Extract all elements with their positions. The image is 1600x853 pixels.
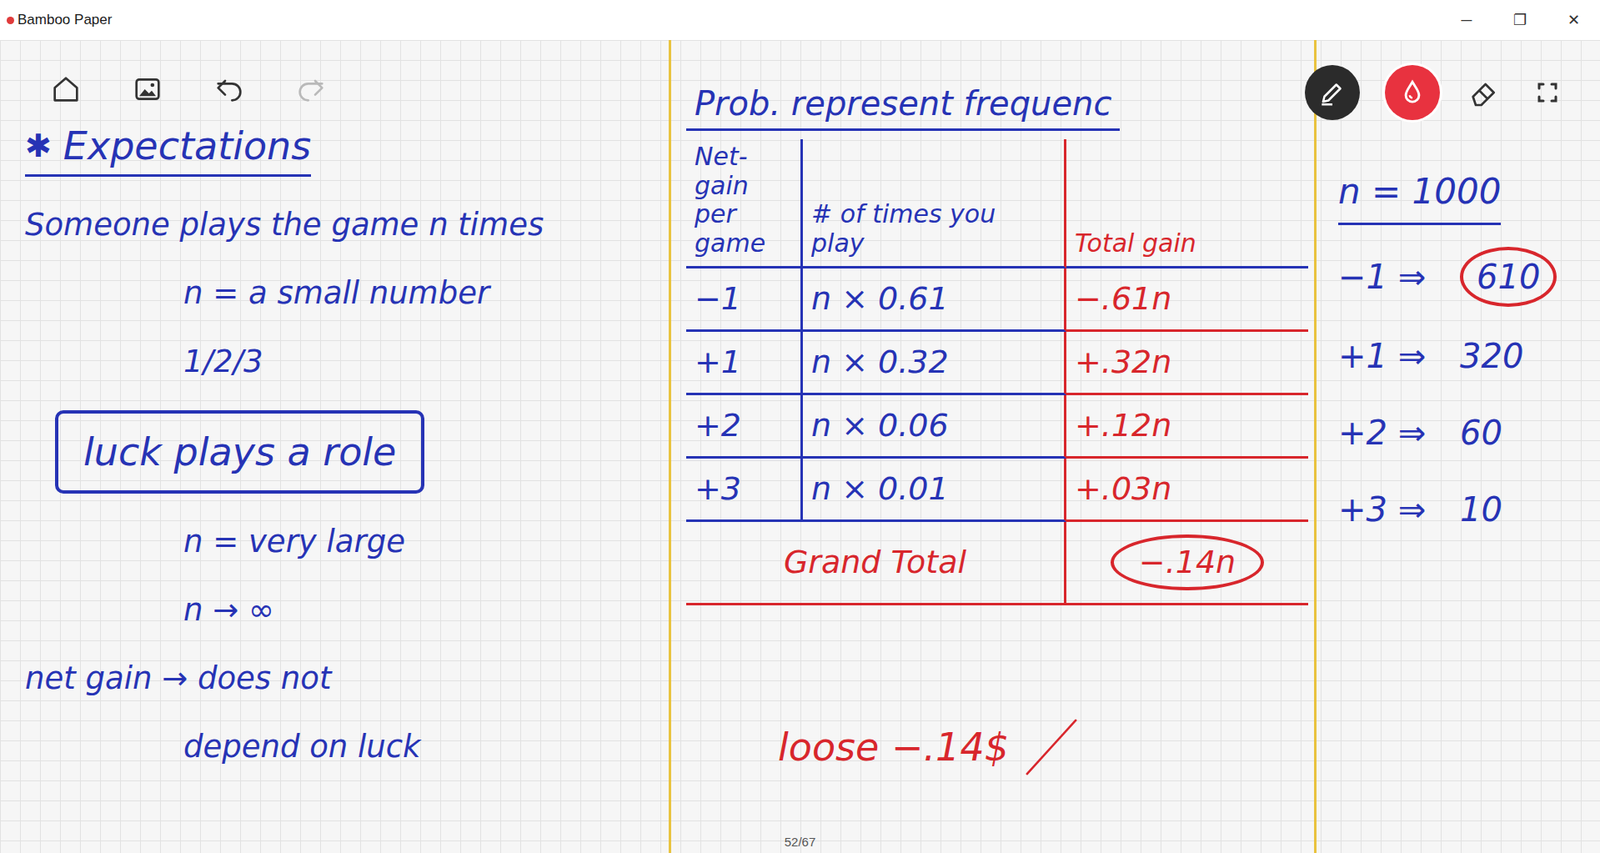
redo-icon xyxy=(294,72,328,106)
ink-button[interactable] xyxy=(1384,65,1440,121)
home-icon xyxy=(49,72,83,106)
note-text: loose −.14$ xyxy=(777,718,1009,777)
left-page: ✱ Expectations Someone plays the game n ti… xyxy=(0,40,672,853)
side-key: −1 ⇒ xyxy=(1338,251,1439,302)
restore-button[interactable]: ❐ xyxy=(1493,0,1547,41)
pen-button[interactable] xyxy=(1304,65,1360,121)
side-key: +1 ⇒ xyxy=(1338,331,1439,382)
table-cell: +.03n xyxy=(1066,458,1309,522)
side-value: 320 xyxy=(1459,331,1524,382)
table-cell: +1 xyxy=(686,331,803,396)
side-value: 10 xyxy=(1459,484,1503,535)
close-button[interactable]: ✕ xyxy=(1546,0,1600,41)
title-bar: Bamboo Paper ─❐✕ xyxy=(0,0,1600,41)
toolbar-right xyxy=(1304,65,1567,121)
minimize-button[interactable]: ─ xyxy=(1439,0,1494,41)
eraser-button[interactable] xyxy=(1464,73,1504,112)
slash-stroke-icon xyxy=(1022,697,1081,798)
note-canvas[interactable]: ✱ Expectations Someone plays the game n ti… xyxy=(0,40,1600,853)
table-cell: n × 0.06 xyxy=(802,395,1067,459)
side-row: +1 ⇒ 320 xyxy=(1338,328,1592,384)
middle-page: Prob. represent frequenc Net-gain per gam… xyxy=(671,40,1317,853)
page-number: 52/67 xyxy=(0,832,1600,853)
window-title: Bamboo Paper xyxy=(17,9,112,31)
grand-total-cell: −.14n xyxy=(1066,521,1309,606)
table-cell: n × 0.61 xyxy=(802,268,1067,332)
table-cell: +.32n xyxy=(1066,331,1309,396)
image-icon xyxy=(130,72,165,106)
frequency-table: Net-gain per game# of times you playTota… xyxy=(686,139,1303,606)
app-logo-icon xyxy=(6,16,15,25)
undo-icon xyxy=(212,72,246,106)
table-cell: +.12n xyxy=(1066,395,1309,459)
column-header: Total gain xyxy=(1066,139,1309,269)
eraser-icon xyxy=(1467,75,1501,110)
table-cell: +3 xyxy=(686,458,803,522)
table-cell: n × 0.32 xyxy=(802,331,1067,396)
toolbar-left xyxy=(46,70,331,109)
right-page: n = 1000 −1 ⇒ 610 +1 ⇒ 320 +2 ⇒ 60 +3 ⇒ 10 xyxy=(1316,40,1600,853)
note-line: n → ∞ xyxy=(25,590,653,631)
title-area: Bamboo Paper xyxy=(0,9,1440,31)
home-button[interactable] xyxy=(46,70,86,109)
table-heading: Prob. represent frequenc xyxy=(686,83,1120,131)
side-value: 60 xyxy=(1459,407,1503,458)
app-window: Bamboo Paper ─❐✕ ✱ Expectations Someone play… xyxy=(0,0,1600,853)
title-text: Expectations xyxy=(63,123,311,170)
note-line: 1/2/3 xyxy=(25,341,653,382)
side-key: +3 ⇒ xyxy=(1338,484,1439,535)
side-row: −1 ⇒ 610 xyxy=(1338,246,1592,307)
image-button[interactable] xyxy=(128,70,167,109)
pen-icon xyxy=(1316,76,1349,109)
table-cell: +2 xyxy=(686,395,803,459)
note-line: depend on luck xyxy=(25,727,653,768)
ink-icon xyxy=(1396,76,1429,109)
redo-button xyxy=(291,70,331,109)
side-key: +2 ⇒ xyxy=(1338,407,1439,458)
conclusion-note: loose −.14$ xyxy=(686,697,1303,798)
crop-button[interactable] xyxy=(1528,73,1567,112)
note-line: Someone plays the game n times xyxy=(25,205,653,246)
column-header: # of times you play xyxy=(802,139,1067,269)
side-row: +2 ⇒ 60 xyxy=(1338,405,1592,461)
boxed-note: luck plays a role xyxy=(55,410,425,494)
table-cell: n × 0.01 xyxy=(802,458,1067,522)
column-header: Net-gain per game xyxy=(686,139,803,269)
table-cell: −1 xyxy=(686,268,803,332)
grand-total-value: −.14n xyxy=(1110,534,1264,592)
note-line: net gain → does not xyxy=(25,658,653,699)
side-value: 610 xyxy=(1459,246,1557,307)
star-mark: ✱ xyxy=(25,127,52,166)
side-row: +3 ⇒ 10 xyxy=(1338,481,1592,537)
table-cell: −.61n xyxy=(1066,268,1309,332)
undo-button[interactable] xyxy=(210,70,249,109)
note-line: n = very large xyxy=(25,521,653,562)
note-line: luck plays a role xyxy=(25,410,653,494)
grand-total-label: Grand Total xyxy=(686,521,1067,606)
crop-icon xyxy=(1530,75,1565,110)
note-line: n = a small number xyxy=(25,273,653,314)
notes-title: ✱ Expectations xyxy=(25,123,311,177)
side-title: n = 1000 xyxy=(1338,165,1501,226)
